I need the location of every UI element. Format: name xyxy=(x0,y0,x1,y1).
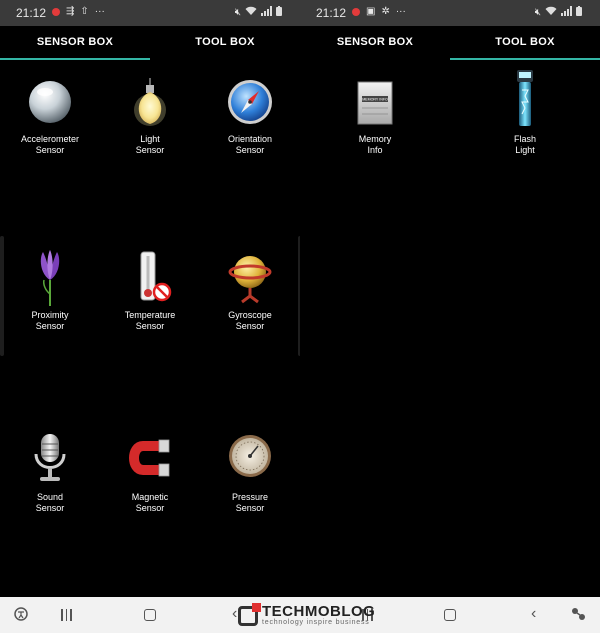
compass-icon xyxy=(228,80,272,124)
tool-label-line2: Info xyxy=(367,145,383,155)
logo-mark-icon xyxy=(238,602,261,626)
accessibility-icon[interactable] xyxy=(14,607,28,624)
tab-sensor-box[interactable]: SENSOR BOX xyxy=(0,26,150,60)
watermark-name: TECHMOBLOG xyxy=(262,603,376,620)
back-button[interactable]: ‹ xyxy=(232,605,237,623)
flower-icon xyxy=(40,250,60,306)
signal-icon xyxy=(261,6,272,19)
memory-card-icon: MEMORY INFO xyxy=(357,81,393,125)
sensor-box-screen: 21:12 ⇶ ⇧ ··· 🔇︎ SENSOR BOX TOOL BOX Acc… xyxy=(0,0,300,597)
sensor-label-line1: Temperature xyxy=(124,310,176,320)
sensor-label-line1: Orientation xyxy=(227,134,273,144)
sensor-gyroscope[interactable]: Gyroscope Sensor xyxy=(200,250,300,332)
status-bar: 21:12 ⇶ ⇧ ··· 🔇︎ xyxy=(0,0,300,26)
sensor-label-line1: Gyroscope xyxy=(228,310,272,320)
signal-icon xyxy=(561,6,572,19)
watermark-logo: TECHMOBLOG technology inspire business xyxy=(238,602,376,627)
sensor-label-line1: Magnetic xyxy=(131,492,169,502)
system-icons: 🔇︎ xyxy=(535,6,582,19)
sensor-label-line2: Sensor xyxy=(135,321,165,331)
battery-icon xyxy=(576,6,582,19)
home-button[interactable] xyxy=(144,609,156,621)
sensor-label-line1: Pressure xyxy=(231,492,268,502)
tab-bar: SENSOR BOX TOOL BOX xyxy=(300,26,600,60)
thermometer-icon xyxy=(140,251,172,302)
tool-flash-light[interactable]: Flash Light xyxy=(475,68,575,156)
screen-share-icon: ⇶ xyxy=(66,6,75,17)
sensor-temperature[interactable]: Temperature Sensor xyxy=(100,250,200,332)
sensor-accelerometer[interactable]: Accelerometer Sensor xyxy=(0,78,100,156)
settings-icon: ✲ xyxy=(381,6,390,17)
tab-sensor-box[interactable]: SENSOR BOX xyxy=(300,26,450,60)
battery-icon xyxy=(276,6,282,19)
tab-bar: SENSOR BOX TOOL BOX xyxy=(0,26,300,60)
sensor-label-line1: Light xyxy=(140,134,160,144)
watermark-tagline: technology inspire business xyxy=(262,619,370,626)
sensor-label-line2: Sensor xyxy=(235,503,265,513)
sensor-light[interactable]: Light Sensor xyxy=(100,78,200,156)
magnet-icon xyxy=(129,439,170,477)
bug-icon xyxy=(52,7,60,16)
home-button[interactable] xyxy=(444,609,456,621)
sensor-label-line1: Accelerometer xyxy=(20,134,80,144)
sensor-proximity[interactable]: Proximity Sensor xyxy=(0,250,100,332)
sensor-label-line2: Sensor xyxy=(235,145,265,155)
status-time: 21:12 xyxy=(16,6,47,20)
sensor-label-line2: Sensor xyxy=(135,145,165,155)
microphone-icon xyxy=(34,434,66,481)
status-bar: 21:12 ▣ ✲ ··· 🔇︎ xyxy=(300,0,600,26)
tool-memory-info[interactable]: MEMORY INFO Memory Info xyxy=(325,78,425,156)
sensor-label-line1: Proximity xyxy=(31,310,69,320)
sensor-magnetic[interactable]: Magnetic Sensor xyxy=(100,432,200,514)
back-button[interactable]: ‹ xyxy=(531,605,536,623)
sensor-label-line2: Sensor xyxy=(35,321,65,331)
tool-label-line1: Flash xyxy=(513,134,536,144)
sensor-orientation[interactable]: Orientation Sensor xyxy=(200,78,300,156)
sensor-pressure[interactable]: Pressure Sensor xyxy=(200,432,300,514)
flashlight-icon xyxy=(517,70,533,126)
tab-tool-box[interactable]: TOOL BOX xyxy=(150,26,300,60)
upload-icon: ⇧ xyxy=(80,6,89,17)
tool-label-line1: Memory xyxy=(358,134,392,144)
image-icon: ▣ xyxy=(366,6,376,17)
gauge-icon xyxy=(229,435,271,477)
sphere-icon xyxy=(29,81,71,123)
gyroscope-icon xyxy=(228,256,272,304)
more-notifications: ··· xyxy=(395,6,406,17)
recent-apps-button[interactable] xyxy=(61,609,72,621)
mute-icon: 🔇︎ xyxy=(534,7,541,18)
tool-label-line2: Light xyxy=(515,145,535,155)
sensor-label-line2: Sensor xyxy=(135,503,165,513)
status-time: 21:12 xyxy=(316,6,347,20)
notification-icons: ⇶ ⇧ ··· xyxy=(52,6,105,17)
wifi-icon xyxy=(245,6,257,19)
mute-icon: 🔇︎ xyxy=(234,7,241,18)
sensor-label-line2: Sensor xyxy=(35,503,65,513)
notification-icons: ▣ ✲ ··· xyxy=(352,6,406,17)
tool-box-screen: 21:12 ▣ ✲ ··· 🔇︎ SENSOR BOX TOOL BOX MEM… xyxy=(300,0,600,597)
more-notifications: ··· xyxy=(94,6,105,17)
sensor-label-line2: Sensor xyxy=(35,145,65,155)
memory-chip-text: MEMORY INFO xyxy=(362,98,388,102)
sensor-label-line2: Sensor xyxy=(235,321,265,331)
bug-icon xyxy=(352,7,360,16)
sensor-label-line1: Sound xyxy=(36,492,64,502)
tab-tool-box[interactable]: TOOL BOX xyxy=(450,26,600,60)
edge-panel-handle[interactable] xyxy=(0,236,4,356)
sensor-sound[interactable]: Sound Sensor xyxy=(0,432,100,514)
system-icons: 🔇︎ xyxy=(235,6,282,19)
wifi-icon xyxy=(545,6,557,19)
keyboard-switch-icon[interactable] xyxy=(571,607,587,624)
light-bulb-icon xyxy=(134,78,166,126)
